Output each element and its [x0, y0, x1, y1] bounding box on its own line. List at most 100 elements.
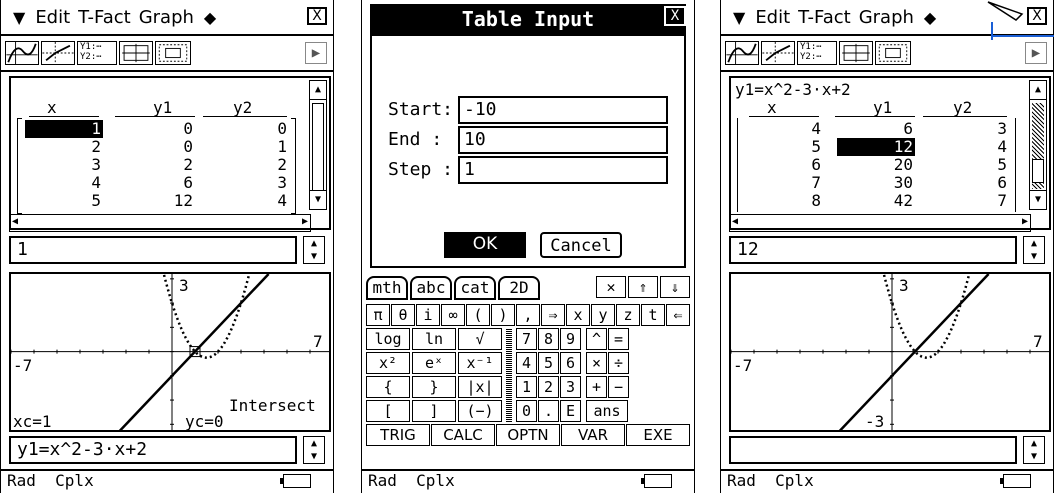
start-input[interactable]: -10: [458, 96, 668, 124]
expression-field-3[interactable]: [729, 436, 1017, 464]
key-6[interactable]: ,: [516, 304, 540, 326]
graph-window-3[interactable]: 3 7 -7 -3: [729, 272, 1051, 432]
key-row3_right-0[interactable]: 4: [516, 352, 537, 374]
key-row4_right-3[interactable]: +: [586, 376, 607, 398]
graph-window[interactable]: 3 7 -7 Intersect xc=1 yc=0: [9, 272, 331, 432]
key-row3_left-2[interactable]: x⁻¹: [458, 352, 502, 374]
table-cell[interactable]: 3: [223, 174, 289, 192]
key-row2_right-3[interactable]: ^: [586, 328, 607, 350]
table-3-cell[interactable]: 4: [943, 138, 1009, 156]
key-row3_left-0[interactable]: x²: [366, 352, 410, 374]
key-row5_right-2[interactable]: E: [560, 400, 581, 422]
key-3[interactable]: ∞: [441, 304, 465, 326]
key-row5_right-0[interactable]: 0: [516, 400, 537, 422]
scroll-thumb-3[interactable]: [1032, 159, 1044, 183]
table-cell[interactable]: 5: [37, 192, 103, 210]
key-4[interactable]: (: [466, 304, 490, 326]
scroll-right-icon-3[interactable]: ▶: [1022, 216, 1028, 227]
trace-tool-icon[interactable]: [41, 41, 75, 65]
key-row2_left-1[interactable]: ln: [412, 328, 456, 350]
expression-stepper[interactable]: ▲ ▼: [303, 436, 325, 464]
tab-mth[interactable]: mth: [366, 276, 408, 300]
key-optn[interactable]: OPTN: [496, 424, 560, 446]
key-8[interactable]: x: [566, 304, 590, 326]
key-1[interactable]: θ: [391, 304, 415, 326]
key-row3_right-2[interactable]: 6: [560, 352, 581, 374]
table-cell[interactable]: 1: [223, 138, 289, 156]
menu-tfact-3[interactable]: T-Fact: [794, 7, 855, 28]
key-exe[interactable]: EXE: [626, 424, 690, 446]
key-trig[interactable]: TRIG: [366, 424, 430, 446]
y-list-tool-icon-3[interactable]: Y1:⋯ Y2:⋯: [797, 41, 837, 65]
key-row2_right-2[interactable]: 9: [560, 328, 581, 350]
table-cell[interactable]: 12: [129, 192, 195, 210]
table-3-cell[interactable]: 12: [837, 138, 915, 156]
scroll-up-icon-3[interactable]: ▲: [1030, 81, 1046, 100]
cancel-button[interactable]: Cancel: [540, 232, 622, 258]
scroll-thumb[interactable]: [312, 103, 324, 191]
end-input[interactable]: 10: [458, 126, 668, 154]
key-row5_left-0[interactable]: [: [366, 400, 410, 422]
scroll-left-icon-3[interactable]: ◀: [732, 216, 738, 227]
graph-tool-icon-3[interactable]: [725, 41, 759, 65]
key-row3_right-4[interactable]: ÷: [608, 352, 629, 374]
key-9[interactable]: y: [591, 304, 615, 326]
table-3-cell[interactable]: 30: [849, 174, 915, 192]
table-3-cell[interactable]: 6: [943, 174, 1009, 192]
key-row5_left-2[interactable]: (−): [458, 400, 502, 422]
scroll-down-icon-3[interactable]: ▼: [1030, 190, 1046, 209]
menu-tfact[interactable]: T-Fact: [74, 7, 135, 28]
scroll-down-icon[interactable]: ▼: [310, 190, 326, 209]
table-3-cell[interactable]: 8: [757, 192, 823, 210]
key-row2_left-2[interactable]: √: [458, 328, 502, 350]
key-12[interactable]: ⇐: [666, 304, 690, 326]
key-row5_right-1[interactable]: .: [538, 400, 559, 422]
horizontal-scrollbar[interactable]: ◀ ▶: [9, 214, 311, 232]
menu-graph[interactable]: Graph: [135, 7, 198, 28]
menu-graph-3[interactable]: Graph: [855, 7, 918, 28]
table-cell[interactable]: 2: [37, 138, 103, 156]
key-5[interactable]: ): [491, 304, 515, 326]
key-row4_right-4[interactable]: −: [608, 376, 629, 398]
menu-edit[interactable]: Edit: [31, 7, 74, 28]
table-cell[interactable]: 4: [37, 174, 103, 192]
menu-dropdown-icon-3[interactable]: ▼: [721, 8, 751, 27]
table-3-cell[interactable]: 5: [757, 138, 823, 156]
horizontal-scrollbar-3[interactable]: ◀ ▶: [729, 214, 1031, 232]
table-3-cell[interactable]: 4: [757, 120, 823, 138]
menu-more-icon[interactable]: ◆: [198, 8, 222, 27]
zoom-box-icon[interactable]: [119, 41, 153, 65]
key-row2_right-1[interactable]: 8: [538, 328, 559, 350]
table-3-cell[interactable]: 42: [849, 192, 915, 210]
table-3-cell[interactable]: 7: [943, 192, 1009, 210]
keyboard-down-icon[interactable]: ⇓: [660, 276, 690, 298]
key-11[interactable]: t: [641, 304, 665, 326]
keyboard-up-icon[interactable]: ⇑: [628, 276, 658, 298]
expression-field[interactable]: y1=x^2-3·x+2: [9, 436, 297, 464]
toolbar-next-icon[interactable]: ▶: [305, 42, 327, 64]
cell-entry-field[interactable]: 1: [9, 236, 297, 264]
key-row3_right-3[interactable]: ×: [586, 352, 607, 374]
entry-stepper[interactable]: ▲ ▼: [303, 236, 325, 264]
zoom-box-icon-3[interactable]: [839, 41, 873, 65]
vertical-scrollbar-3[interactable]: ▲ ▼: [1029, 80, 1047, 210]
key-row5_right-3[interactable]: ans: [586, 400, 628, 422]
toolbar-next-icon-3[interactable]: ▶: [1025, 42, 1047, 64]
expression-stepper-3[interactable]: ▲ ▼: [1023, 436, 1045, 464]
table-3-cell[interactable]: 6: [757, 156, 823, 174]
menu-more-icon-3[interactable]: ◆: [918, 8, 942, 27]
zoom-in-icon-3[interactable]: [875, 41, 911, 65]
keyboard-close-icon[interactable]: ✕: [596, 276, 626, 298]
tab-abc[interactable]: abc: [410, 276, 452, 300]
table-cell[interactable]: 4: [223, 192, 289, 210]
scroll-left-icon[interactable]: ◀: [12, 216, 18, 227]
key-row3_left-1[interactable]: eˣ: [412, 352, 456, 374]
key-row3_right-1[interactable]: 5: [538, 352, 559, 374]
key-row2_right-0[interactable]: 7: [516, 328, 537, 350]
key-var[interactable]: VAR: [561, 424, 625, 446]
key-row5_left-1[interactable]: ]: [412, 400, 456, 422]
y-list-tool-icon[interactable]: Y1:⋯ Y2:⋯: [77, 41, 117, 65]
key-row4_left-0[interactable]: {: [366, 376, 410, 398]
table-cell[interactable]: 6: [129, 174, 195, 192]
table-cell[interactable]: 2: [223, 156, 289, 174]
